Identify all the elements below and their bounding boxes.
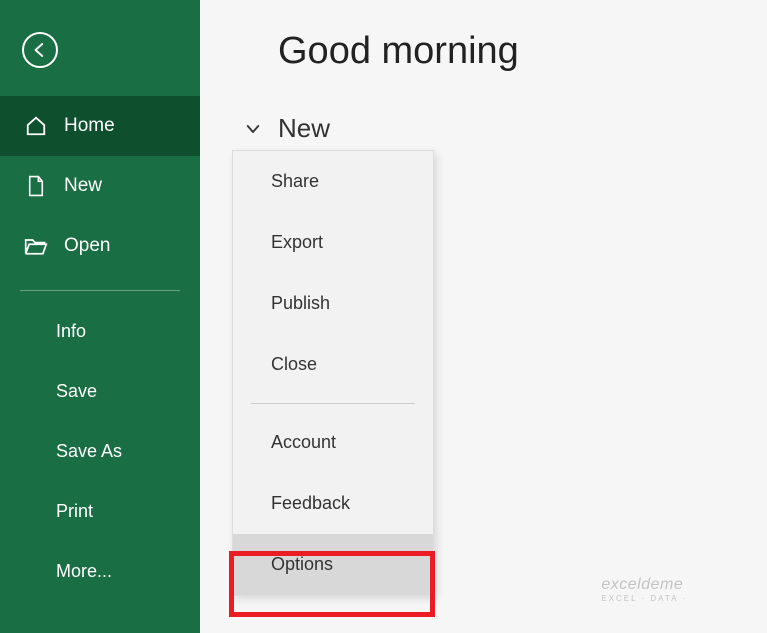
menu-item-account[interactable]: Account — [233, 412, 433, 473]
chevron-down-icon — [242, 118, 264, 140]
more-flyout-menu: Share Export Publish Close Account Feedb… — [232, 150, 434, 596]
sidebar-item-save-as[interactable]: Save As — [0, 421, 200, 481]
back-button[interactable] — [22, 32, 58, 68]
menu-item-feedback[interactable]: Feedback — [233, 473, 433, 534]
greeting-title: Good morning — [278, 30, 767, 73]
sidebar-label-open: Open — [64, 235, 110, 257]
menu-separator — [251, 403, 415, 404]
sidebar-label-home: Home — [64, 115, 115, 137]
menu-item-options[interactable]: Options — [233, 534, 433, 595]
sidebar-item-more[interactable]: More... — [0, 541, 200, 601]
sidebar-item-info[interactable]: Info — [0, 301, 200, 361]
new-section-header[interactable]: New — [242, 113, 767, 144]
arrow-left-icon — [31, 41, 49, 59]
menu-item-publish[interactable]: Publish — [233, 273, 433, 334]
new-section-label: New — [278, 113, 330, 144]
folder-open-icon — [22, 236, 50, 256]
home-icon — [22, 115, 50, 137]
sidebar-divider — [20, 290, 180, 291]
sidebar-item-print[interactable]: Print — [0, 481, 200, 541]
sidebar-label-new: New — [64, 175, 102, 197]
menu-item-export[interactable]: Export — [233, 212, 433, 273]
sidebar-item-new[interactable]: New — [0, 156, 200, 216]
document-icon — [22, 175, 50, 197]
sidebar-item-save[interactable]: Save — [0, 361, 200, 421]
sidebar-item-home[interactable]: Home — [0, 96, 200, 156]
menu-item-share[interactable]: Share — [233, 151, 433, 212]
backstage-sidebar: Home New Open Info Save Save As Print Mo… — [0, 0, 200, 633]
sidebar-item-open[interactable]: Open — [0, 216, 200, 276]
menu-item-close[interactable]: Close — [233, 334, 433, 395]
